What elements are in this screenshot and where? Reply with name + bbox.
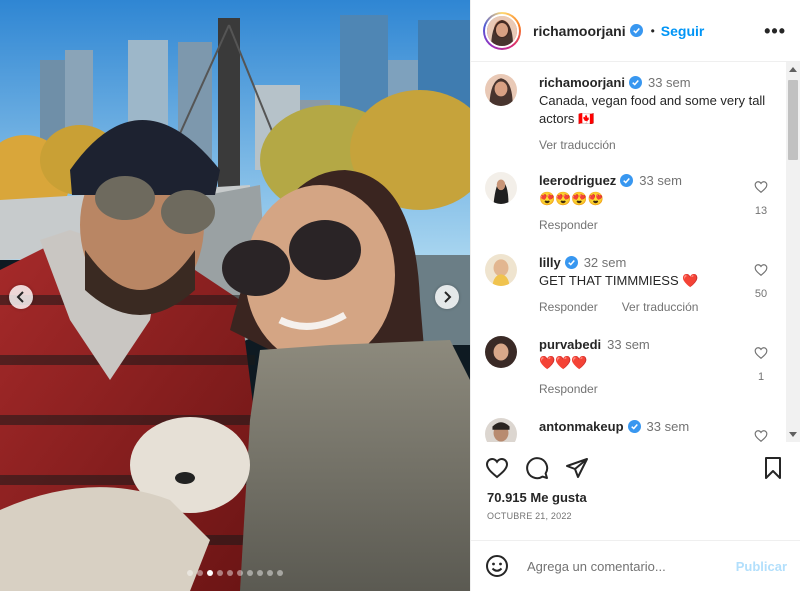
chevron-left-icon [16,291,24,303]
comment-timestamp: 32 sem [583,255,627,270]
chevron-right-icon [444,291,452,303]
post-photo [0,0,470,591]
see-translation-link[interactable]: Ver traducción [622,300,699,314]
heart-outline-icon[interactable] [754,346,768,360]
comment-item: purvabedi 33 sem ❤️❤️❤️ Responder [485,336,785,398]
post-header: richamoorjani • Seguir ••• [471,0,800,62]
comment-timestamp: 33 sem [639,173,682,188]
verified-badge-icon [620,174,634,187]
verified-badge-icon [629,24,643,37]
likes-count[interactable]: 70.915 Me gusta [487,490,587,505]
comment-like: 13 [749,180,773,217]
comment-item: leerodriguez 33 sem 😍😍😍😍 Responder [485,172,785,234]
comment-item: antonmakeup 33 sem [485,418,785,442]
comment-item: lilly 32 sem GET THAT TIMMMIESS ❤️ Respon… [485,254,785,316]
separator-dot: • [650,23,655,38]
comment-bubble-icon[interactable] [525,456,549,480]
author-username[interactable]: richamoorjani [533,23,626,39]
scroll-down-arrow-icon[interactable] [789,432,797,437]
avatar[interactable] [485,418,517,442]
save-bookmark-icon[interactable] [761,456,785,480]
post-caption: richamoorjani 33 sem Canada, vegan food a… [485,74,785,154]
follow-button[interactable]: Seguir [661,23,705,39]
see-translation-link[interactable]: Ver traducción [539,138,616,152]
instagram-post-modal: richamoorjani • Seguir ••• richamoorjani… [0,0,800,591]
carousel-dot [277,570,283,576]
carousel-dot [257,570,263,576]
caption-timestamp: 33 sem [647,75,691,90]
comment-username[interactable]: purvabedi [539,337,601,352]
comment-like-count: 1 [757,371,765,383]
caption-meta: Ver traducción [539,136,785,154]
avatar[interactable] [485,74,517,106]
share-paper-plane-icon[interactable] [565,456,589,480]
carousel-dot [187,570,193,576]
scroll-up-arrow-icon[interactable] [789,67,797,72]
reply-button[interactable]: Responder [539,218,598,232]
carousel-prev-button[interactable] [9,285,33,309]
more-options-button[interactable]: ••• [764,22,786,40]
avatar[interactable] [485,336,517,368]
reply-button[interactable]: Responder [539,300,598,314]
carousel-dot [237,570,243,576]
heart-outline-icon[interactable] [754,429,768,442]
add-comment-bar: Publicar [471,540,800,591]
avatar[interactable] [485,172,517,204]
publish-button[interactable]: Publicar [736,559,787,574]
comment-input[interactable] [525,557,729,575]
verified-badge-icon [628,76,642,89]
carousel-indicator [0,570,470,576]
comment-username[interactable]: leerodriguez [539,173,616,188]
carousel-dot [247,570,253,576]
comments-scrollbar[interactable] [786,62,800,442]
avatar [485,13,519,48]
verified-badge-icon [627,420,641,433]
carousel-dot [207,570,213,576]
scrollbar-thumb[interactable] [788,80,798,160]
comment-meta: Responder Ver traducción [539,298,785,316]
emoji-smiley-icon[interactable] [485,554,509,578]
post-date: OCTUBRE 21, 2022 [487,511,572,521]
comment-username[interactable]: lilly [539,255,561,270]
comment-like: 50 [749,263,773,300]
caption-text: Canada, vegan food and some very tall ac… [539,93,766,126]
comment-timestamp: 33 sem [646,419,690,434]
avatar[interactable] [485,254,517,286]
comment-timestamp: 33 sem [607,337,650,352]
like-heart-icon[interactable] [485,456,509,480]
author-avatar-ring[interactable] [483,11,521,50]
carousel-dot [267,570,273,576]
heart-outline-icon[interactable] [754,180,768,194]
comment-like [749,429,773,442]
comment-username[interactable]: antonmakeup [539,419,624,434]
carousel-next-button[interactable] [435,285,459,309]
carousel-dot [197,570,203,576]
carousel-dot [217,570,223,576]
comments-list[interactable]: richamoorjani 33 sem Canada, vegan food a… [471,62,787,442]
post-actions [471,452,800,486]
carousel-dot [227,570,233,576]
heart-outline-icon[interactable] [754,263,768,277]
verified-badge-icon [564,256,578,269]
caption-username[interactable]: richamoorjani [539,75,625,90]
post-photo-carousel[interactable] [0,0,470,591]
comment-like-count: 13 [754,205,768,217]
comment-meta: Responder [539,216,785,234]
comment-like: 1 [749,346,773,383]
comment-like-count: 50 [754,288,768,300]
reply-button[interactable]: Responder [539,382,598,396]
post-side-panel: richamoorjani • Seguir ••• richamoorjani… [470,0,800,591]
